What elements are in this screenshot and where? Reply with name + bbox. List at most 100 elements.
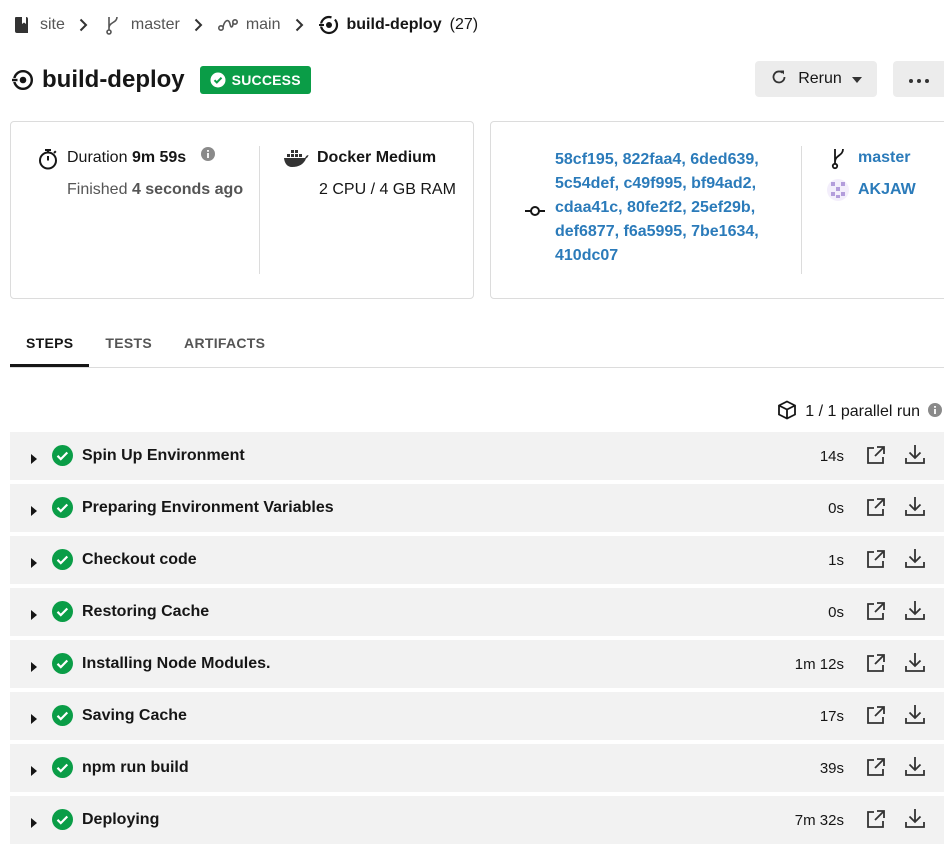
steps-list: Spin Up Environment 14s Preparing Enviro…	[10, 432, 944, 848]
job-header: build-deploy SUCCESS	[12, 62, 311, 98]
job-icon	[12, 69, 34, 91]
info-icon[interactable]	[928, 402, 942, 422]
caret-right-icon[interactable]	[30, 815, 38, 828]
breadcrumb-workflow-label: main	[245, 16, 281, 33]
breadcrumb-branch[interactable]: master	[103, 15, 180, 35]
status-badge-label: SUCCESS	[231, 72, 301, 88]
download-icon[interactable]	[904, 495, 926, 517]
step-duration: 17s	[819, 708, 844, 725]
caret-right-icon[interactable]	[30, 555, 38, 568]
parallel-run-label: 1 / 1 parallel run	[805, 403, 920, 420]
step-row[interactable]: Installing Node Modules. 1m 12s	[10, 640, 944, 688]
breadcrumb-project-label: site	[40, 16, 65, 33]
info-icon[interactable]	[200, 146, 215, 166]
download-icon[interactable]	[904, 547, 926, 569]
download-icon[interactable]	[904, 599, 926, 621]
download-icon[interactable]	[904, 443, 926, 465]
external-link-icon[interactable]	[866, 705, 888, 727]
success-icon	[52, 445, 73, 466]
refresh-icon	[770, 68, 788, 91]
tab-steps[interactable]: STEPS	[10, 318, 90, 367]
step-duration: 7m 32s	[794, 812, 844, 829]
caret-right-icon[interactable]	[30, 659, 38, 672]
external-link-icon[interactable]	[866, 653, 888, 675]
success-icon	[52, 757, 73, 778]
job-icon	[318, 15, 339, 35]
breadcrumb: site master main build-deploy (27)	[12, 12, 478, 38]
external-link-icon[interactable]	[866, 809, 888, 831]
chevron-right-icon	[79, 18, 89, 32]
caret-down-icon	[851, 70, 862, 88]
duration-line: Duration 9m 59s	[67, 146, 215, 167]
success-icon	[52, 809, 73, 830]
step-duration: 1s	[828, 552, 844, 569]
tab-artifacts[interactable]: ARTIFACTS	[168, 318, 281, 367]
step-name: Preparing Environment Variables	[82, 499, 334, 516]
divider	[801, 146, 802, 274]
external-link-icon[interactable]	[866, 601, 888, 623]
step-row[interactable]: Saving Cache 17s	[10, 692, 944, 740]
commit-info-card: 58cf195, 822faa4, 6ded639, 5c54def, c49f…	[490, 121, 944, 299]
avatar[interactable]	[827, 179, 849, 201]
executor-name: Docker Medium	[317, 149, 437, 166]
branch-link[interactable]: master	[858, 149, 910, 167]
executor-spec: 2 CPU / 4 GB RAM	[319, 181, 456, 198]
workflow-icon	[217, 15, 238, 35]
finished-label: Finished	[67, 181, 128, 198]
step-name: npm run build	[82, 759, 189, 776]
external-link-icon[interactable]	[866, 757, 888, 779]
rerun-button[interactable]: Rerun	[755, 61, 877, 97]
step-duration: 0s	[828, 604, 844, 621]
caret-right-icon[interactable]	[30, 503, 38, 516]
download-icon[interactable]	[904, 703, 926, 725]
stopwatch-icon	[37, 148, 59, 170]
external-link-icon[interactable]	[866, 445, 888, 467]
tab-tests[interactable]: TESTS	[89, 318, 168, 367]
job-info-card: Duration 9m 59s Finished 4 seconds ago D…	[10, 121, 474, 299]
page-title: build-deploy	[42, 66, 185, 93]
commit-icon	[525, 204, 545, 216]
step-row[interactable]: Restoring Cache 0s	[10, 588, 944, 636]
more-options-button[interactable]	[893, 61, 944, 97]
breadcrumb-job-number: (27)	[449, 16, 479, 33]
chevron-right-icon	[295, 18, 305, 32]
step-row[interactable]: Deploying 7m 32s	[10, 796, 944, 844]
step-row[interactable]: Checkout code 1s	[10, 536, 944, 584]
external-link-icon[interactable]	[866, 549, 888, 571]
breadcrumb-branch-label: master	[130, 16, 180, 33]
branch-icon	[831, 148, 849, 170]
commit-hashes-link[interactable]: 58cf195, 822faa4, 6ded639, 5c54def, c49f…	[555, 148, 775, 268]
user-link[interactable]: AKJAW	[858, 181, 916, 199]
step-name: Checkout code	[82, 551, 197, 568]
step-row[interactable]: npm run build 39s	[10, 744, 944, 792]
more-icon	[908, 70, 929, 88]
external-link-icon[interactable]	[866, 497, 888, 519]
step-name: Restoring Cache	[82, 603, 210, 620]
status-badge: SUCCESS	[199, 66, 311, 94]
finished-value: 4 seconds ago	[131, 181, 244, 198]
duration-label: Duration	[67, 149, 128, 166]
breadcrumb-project[interactable]: site	[12, 15, 65, 35]
caret-right-icon[interactable]	[30, 711, 38, 724]
download-icon[interactable]	[904, 807, 926, 829]
caret-right-icon[interactable]	[30, 607, 38, 620]
caret-right-icon[interactable]	[30, 451, 38, 464]
success-icon	[52, 653, 73, 674]
tab-bar: STEPS TESTS ARTIFACTS	[10, 318, 944, 368]
step-name: Spin Up Environment	[82, 447, 245, 464]
download-icon[interactable]	[904, 755, 926, 777]
box-icon	[777, 399, 797, 425]
success-icon	[52, 497, 73, 518]
step-name: Deploying	[82, 811, 160, 828]
step-row[interactable]: Preparing Environment Variables 0s	[10, 484, 944, 532]
step-row[interactable]: Spin Up Environment 14s	[10, 432, 944, 480]
caret-right-icon[interactable]	[30, 763, 38, 776]
book-icon	[12, 15, 32, 35]
breadcrumb-workflow[interactable]: main	[217, 15, 281, 35]
parallel-run-indicator[interactable]: 1 / 1 parallel run	[777, 399, 942, 425]
check-circle-icon	[210, 72, 226, 88]
download-icon[interactable]	[904, 651, 926, 673]
step-name: Saving Cache	[82, 707, 187, 724]
success-icon	[52, 549, 73, 570]
breadcrumb-job[interactable]: build-deploy (27)	[318, 15, 479, 35]
